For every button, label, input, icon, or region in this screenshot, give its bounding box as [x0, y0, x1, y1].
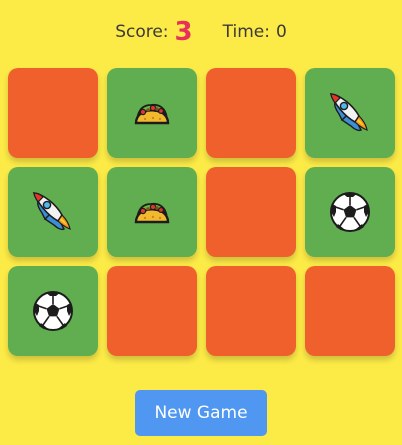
- new-game-button[interactable]: New Game: [135, 390, 267, 436]
- taco-icon: [131, 191, 173, 233]
- card-face-down[interactable]: [305, 266, 395, 356]
- card-face-down[interactable]: [107, 266, 197, 356]
- soccer-ball-icon: [329, 191, 371, 233]
- taco-icon: [131, 92, 173, 134]
- time-value: 0: [275, 22, 287, 42]
- card-soccer-ball[interactable]: [8, 266, 98, 356]
- card-grid: [8, 68, 395, 356]
- card-face-down[interactable]: [206, 68, 296, 158]
- score-label: Score:: [115, 22, 169, 42]
- rocket-icon: [32, 191, 74, 233]
- card-face-down[interactable]: [206, 167, 296, 257]
- card-taco[interactable]: [107, 167, 197, 257]
- score-value: 3: [174, 17, 193, 47]
- rocket-icon: [329, 92, 371, 134]
- card-face-down[interactable]: [206, 266, 296, 356]
- soccer-ball-icon: [32, 290, 74, 332]
- score-bar: Score: 3 Time: 0: [0, 16, 402, 48]
- time-label: Time:: [222, 22, 270, 42]
- card-soccer-ball[interactable]: [305, 167, 395, 257]
- card-face-down[interactable]: [8, 68, 98, 158]
- card-taco[interactable]: [107, 68, 197, 158]
- card-rocket[interactable]: [8, 167, 98, 257]
- card-rocket[interactable]: [305, 68, 395, 158]
